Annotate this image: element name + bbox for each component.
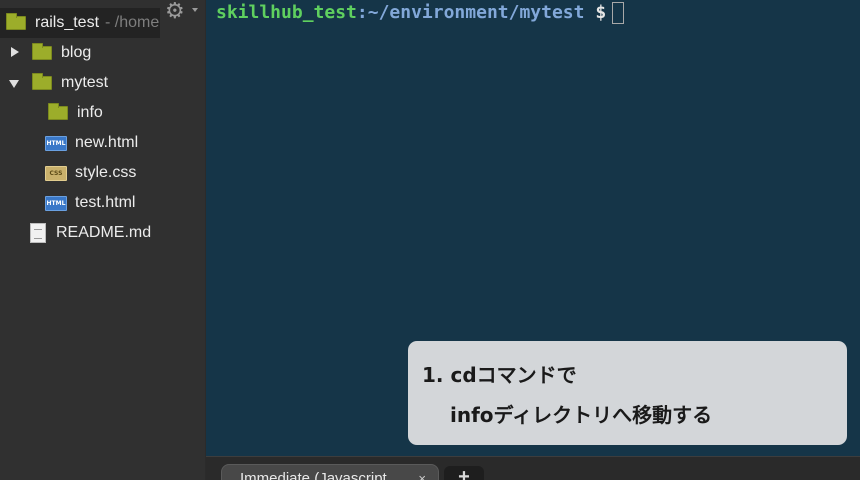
tree-item-test-html[interactable]: HTML test.html [45,188,135,218]
close-icon[interactable]: × [418,465,426,480]
html-file-icon: HTML [45,135,67,151]
root-path: - /home [105,14,160,31]
terminal-panel[interactable]: skillhub_test:~/environment/mytest $ 1. … [206,0,860,456]
file-tree-sidebar: rails_test - /home blog mytest info HTML… [0,0,205,480]
html-file-icon: HTML [45,195,67,211]
folder-icon [32,43,52,60]
tree-item-readme[interactable]: README.md [30,218,151,248]
tree-item-style-css[interactable]: CSS style.css [45,158,136,188]
collapse-arrow-icon[interactable] [8,75,24,91]
tree-item-label: README.md [56,224,152,241]
document-icon [30,223,46,243]
tree-item-mytest[interactable]: mytest [8,68,108,98]
chevron-down-icon[interactable] [192,8,198,12]
callout-line-1: 1. cdコマンドで [422,363,577,387]
prompt-path: ~/environment/mytest [367,2,585,23]
folder-icon [6,13,26,30]
root-name: rails_test [35,14,100,31]
gear-icon[interactable]: ⚙ [165,0,189,22]
folder-icon [48,103,68,120]
add-tab-button[interactable]: + [444,466,484,480]
panel-tab-bar: Immediate (Javascript × + [206,456,860,480]
tree-item-info[interactable]: info [48,98,103,128]
prompt-separator: : [356,2,368,23]
terminal-prompt: skillhub_test:~/environment/mytest $ [216,2,625,24]
tree-item-label: new.html [75,134,139,151]
folder-icon [32,73,52,90]
tree-item-label: mytest [61,74,109,91]
tree-item-new-html[interactable]: HTML new.html [45,128,138,158]
tree-item-label: style.css [75,164,137,181]
expand-arrow-icon[interactable] [8,45,24,61]
tab-label: Immediate (Javascript [240,470,387,480]
prompt-symbol: $ [595,2,607,23]
terminal-cursor[interactable] [612,2,625,24]
tree-item-label: blog [61,44,92,61]
tree-item-label: info [77,104,103,121]
prompt-user: skillhub_test [216,2,357,23]
instruction-callout: 1. cdコマンドで infoディレクトリへ移動する [408,341,847,445]
tree-item-root[interactable]: rails_test - /home [6,8,159,38]
tree-item-blog[interactable]: blog [8,38,91,68]
tree-item-label: test.html [75,194,136,211]
css-file-icon: CSS [45,165,67,181]
callout-line-2: infoディレクトリへ移動する [450,403,713,427]
tab-immediate[interactable]: Immediate (Javascript × [221,464,439,480]
